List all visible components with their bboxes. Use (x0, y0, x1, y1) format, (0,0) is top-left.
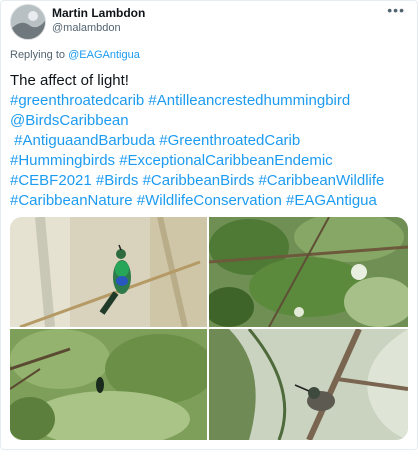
hashtag-line[interactable]: #Hummingbirds #ExceptionalCaribbeanEndem… (10, 151, 410, 171)
tweet-card: Martin Lambdon @malambdon ••• Replying t… (0, 0, 418, 450)
reply-target-link[interactable]: @EAGAntigua (68, 49, 140, 61)
author-name[interactable]: Martin Lambdon (52, 6, 145, 20)
hashtag-line[interactable]: #greenthroatedcarib #Antilleancrestedhum… (10, 91, 410, 111)
author-handle[interactable]: @malambdon (52, 22, 121, 34)
photo-green-throated-carib[interactable] (10, 217, 207, 327)
tweet-headline: The affect of light! (10, 72, 129, 89)
mention-line[interactable]: @BirdsCaribbean (10, 111, 410, 131)
hashtag-line[interactable]: #CEBF2021 #Birds #CaribbeanBirds #Caribb… (10, 171, 410, 191)
avatar[interactable] (10, 4, 46, 40)
photo-grid (10, 217, 408, 440)
tweet-text: The affect of light! #greenthroatedcarib… (10, 71, 410, 211)
hashtag-line[interactable]: #AntiguaandBarbuda #GreenthroatedCarib (10, 131, 410, 151)
more-options-icon[interactable]: ••• (387, 2, 405, 18)
replying-to: Replying to @EAGAntigua (10, 49, 140, 61)
photo-antillean-crested-hummingbird[interactable] (209, 329, 408, 440)
reply-prefix: Replying to (10, 49, 66, 61)
photo-leafy-branches[interactable] (209, 217, 408, 327)
hashtag-line[interactable]: #CaribbeanNature #WildlifeConservation #… (10, 191, 410, 211)
photo-bird-in-foliage[interactable] (10, 329, 207, 440)
avatar-photo-icon (11, 5, 45, 39)
